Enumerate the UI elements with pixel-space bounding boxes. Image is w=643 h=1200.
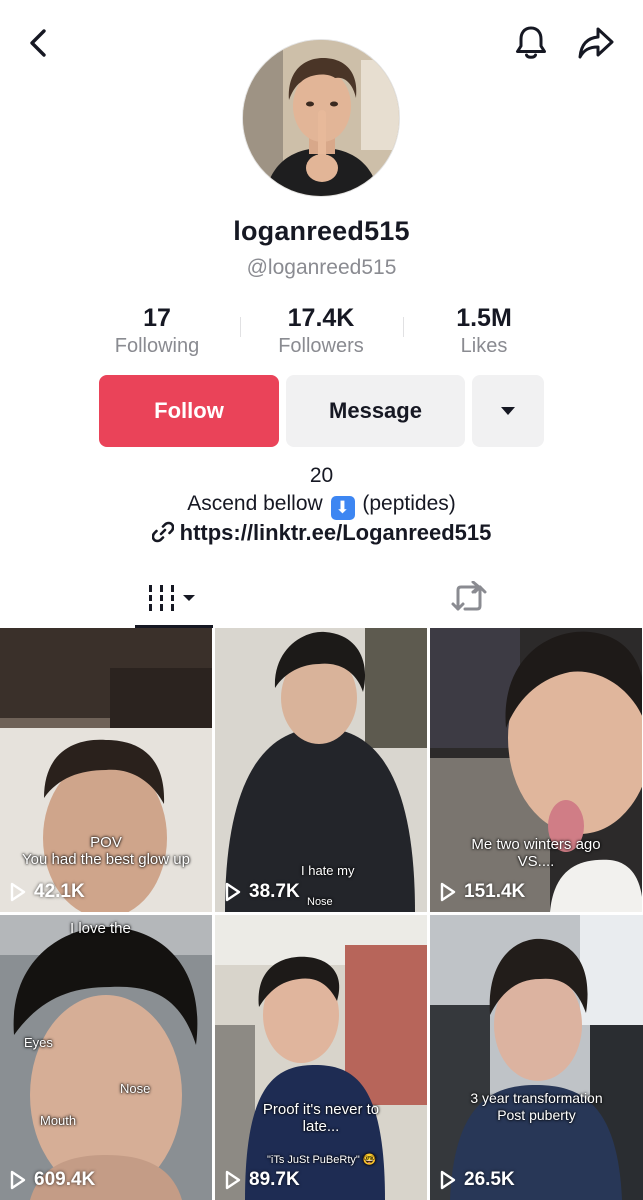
video-grid: POV You had the best glow up 42.1K I hat… [0, 628, 643, 1200]
video-thumbnail[interactable]: I hate my Nose 38.7K [215, 628, 427, 912]
username-handle: @loganreed515 [246, 256, 397, 279]
view-count-text: 26.5K [464, 1169, 515, 1190]
play-icon [10, 1170, 26, 1190]
stat-divider [403, 317, 404, 337]
bell-icon [516, 26, 546, 59]
likes-stat[interactable]: 1.5M Likes [409, 303, 559, 359]
video-caption-secondary: "iTs JuSt PuBeRty" 🤓 [267, 1154, 377, 1166]
video-caption: 3 year transformation Post puberty [430, 1090, 643, 1124]
likes-count: 1.5M [456, 304, 512, 332]
grid-videos-icon [149, 585, 195, 611]
view-count-text: 42.1K [34, 881, 85, 902]
video-caption-text: Me two winters ago VS.... [471, 836, 601, 870]
video-caption: I love the [70, 920, 131, 937]
following-count: 17 [143, 304, 171, 332]
play-icon [225, 882, 241, 902]
view-count: 151.4K [440, 881, 525, 903]
profile-stats: 17 Following 17.4K Followers 1.5M Likes [0, 303, 643, 361]
message-button[interactable]: Message [286, 375, 465, 447]
more-options-button[interactable] [472, 375, 544, 447]
notification-bell-button[interactable] [512, 24, 550, 62]
play-icon [440, 1170, 456, 1190]
following-stat[interactable]: 17 Following [82, 303, 232, 359]
view-count: 89.7K [225, 1169, 300, 1191]
likes-label: Likes [460, 335, 508, 357]
play-icon [440, 882, 456, 902]
view-count-text: 151.4K [464, 881, 526, 902]
following-label: Following [114, 335, 200, 357]
video-caption-nose: Nose [120, 1081, 151, 1096]
view-count-text: 38.7K [249, 881, 300, 902]
down-arrow-emoji-icon: ⬇ [330, 496, 355, 520]
back-button[interactable] [22, 26, 54, 60]
bio-text-after: (peptides) [362, 492, 456, 515]
bio-link-text: https://linktr.ee/Loganreed515 [179, 520, 492, 545]
video-caption: Proof it's never to late... [215, 1101, 427, 1135]
video-thumbnail-image [0, 628, 212, 912]
tab-reposts[interactable] [430, 568, 508, 628]
video-thumbnail[interactable]: 3 year transformation Post puberty 26.5K [430, 915, 643, 1200]
video-caption-text: Proof it's never to late... [262, 1101, 380, 1135]
link-icon [151, 521, 174, 543]
video-caption: Me two winters ago VS.... [430, 836, 642, 870]
view-count-text: 609.4K [34, 1169, 96, 1190]
followers-stat[interactable]: 17.4K Followers [246, 303, 396, 359]
action-buttons: Follow Message [0, 375, 643, 447]
avatar-photo [243, 40, 399, 196]
content-tabs [0, 568, 643, 628]
video-caption-mouth: Mouth [40, 1113, 77, 1128]
bio-link[interactable]: https://linktr.ee/Loganreed515 [0, 520, 643, 546]
share-arrow-icon [578, 27, 614, 59]
caret-down-icon [501, 407, 515, 415]
play-icon [10, 882, 26, 902]
profile-avatar[interactable] [242, 39, 400, 197]
chevron-left-icon [30, 29, 46, 57]
video-thumbnail[interactable]: I love the Eyes Nose Mouth 609.4K [0, 915, 212, 1200]
view-count: 26.5K [440, 1169, 515, 1191]
bio-text-before: Ascend bellow [187, 492, 323, 515]
video-caption-eyes: Eyes [24, 1035, 53, 1050]
video-thumbnail[interactable]: Proof it's never to late... "iTs JuSt Pu… [215, 915, 427, 1200]
view-count: 38.7K [225, 881, 300, 903]
video-caption-text: POV You had the best glow up [22, 834, 190, 868]
play-icon [225, 1170, 241, 1190]
followers-label: Followers [278, 335, 364, 357]
view-count-text: 89.7K [249, 1169, 300, 1190]
video-thumbnail[interactable]: POV You had the best glow up 42.1K [0, 628, 212, 912]
repost-icon [451, 581, 487, 611]
view-count: 42.1K [10, 881, 85, 903]
bio-line-age: 20 [309, 464, 334, 487]
profile-bio: 20 Ascend bellow ⬇ (peptides) [0, 462, 643, 520]
video-thumbnail[interactable]: Me two winters ago VS.... 151.4K [430, 628, 642, 912]
follow-button[interactable]: Follow [99, 375, 279, 447]
video-caption: POV You had the best glow up [0, 834, 212, 868]
bio-line-text: Ascend bellow ⬇ (peptides) [0, 490, 643, 520]
video-thumbnail-image [0, 915, 212, 1200]
stat-divider [240, 317, 241, 337]
share-button[interactable] [576, 24, 616, 62]
followers-count: 17.4K [287, 304, 355, 332]
video-caption-text: 3 year transformation Post puberty [470, 1090, 603, 1123]
display-name: loganreed515 [233, 216, 410, 246]
video-thumbnail-image [430, 915, 643, 1200]
tab-videos[interactable] [135, 568, 213, 628]
video-caption: I hate my [301, 863, 355, 878]
video-caption-secondary: Nose [307, 896, 333, 908]
view-count: 609.4K [10, 1169, 95, 1191]
